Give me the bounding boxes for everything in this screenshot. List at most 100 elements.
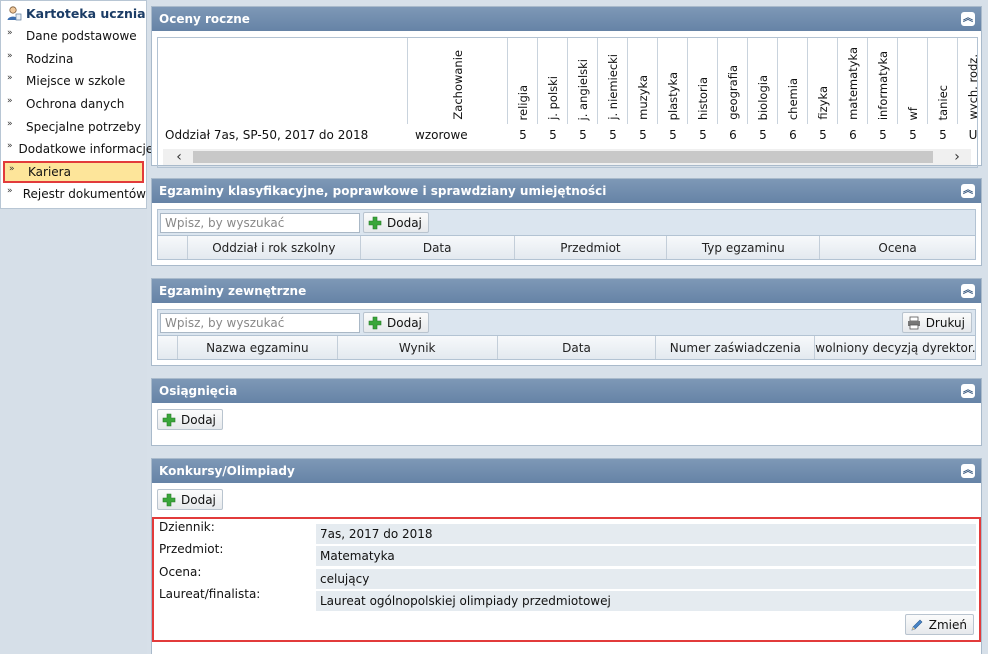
column-header-label: fizyka — [815, 86, 830, 120]
sidebar-item-specjalne-potrzeby[interactable]: » Specjalne potrzeby — [1, 115, 146, 138]
cell-grade: 5 — [939, 128, 947, 142]
column-header-subject: j. polski — [538, 38, 568, 124]
sidebar-title: Kartoteka ucznia — [26, 5, 146, 21]
grades-header: Zachowanie religia j. polski j. angielsk… — [158, 38, 978, 124]
add-button[interactable]: Dodaj — [157, 409, 223, 430]
column-header[interactable]: Zwolniony decyzją dyrektor... — [815, 336, 975, 359]
chevron-double-right-icon: » — [7, 73, 13, 84]
search-input[interactable] — [160, 212, 360, 233]
search-input[interactable] — [160, 312, 360, 333]
cell-grade: 5 — [879, 128, 887, 142]
cell-class: Oddział 7as, SP-50, 2017 do 2018 — [165, 128, 369, 142]
detail-value: Matematyka — [316, 546, 976, 566]
scrollbar-thumb[interactable] — [193, 151, 933, 163]
printer-icon — [907, 316, 920, 329]
scroll-left-icon[interactable]: ‹ — [169, 149, 189, 165]
sidebar-header: Kartoteka ucznia — [1, 1, 146, 25]
sidebar-item-label: Miejsce w szkole — [26, 74, 126, 89]
detail-label: Laureat/finalista: — [159, 587, 261, 601]
detail-label: Przedmiot: — [159, 542, 224, 556]
print-button-label: Drukuj — [925, 315, 965, 330]
cell-grade: 5 — [819, 128, 827, 142]
column-header-label: taniec — [935, 84, 950, 120]
column-header[interactable]: Wynik — [338, 336, 498, 359]
collapse-up-icon[interactable]: ︽ — [961, 284, 975, 298]
collapse-up-icon[interactable]: ︽ — [961, 384, 975, 398]
column-header[interactable]: Data — [498, 336, 657, 359]
sidebar-item-kariera[interactable]: » Kariera — [3, 160, 144, 184]
cell-grade: 5 — [909, 128, 917, 142]
contest-details: Dziennik: 7as, 2017 do 2018 Przedmiot: M… — [152, 517, 981, 642]
column-header-subject: wych. rodz. — [958, 38, 978, 124]
column-header[interactable]: Przedmiot — [515, 236, 668, 259]
collapse-up-icon[interactable]: ︽ — [961, 184, 975, 198]
add-button-label: Dodaj — [181, 492, 216, 507]
column-header-subject: biologia — [748, 38, 778, 124]
column-header-subject: wf — [898, 38, 928, 124]
collapse-up-icon[interactable]: ︽ — [961, 12, 975, 26]
cell-grade: 5 — [699, 128, 707, 142]
column-header-label: muzyka — [635, 75, 650, 120]
toolbar: Dodaj Drukuj — [157, 309, 976, 336]
grades-table: Zachowanie religia j. polski j. angielsk… — [157, 37, 978, 168]
sidebar-item-dane-podstawowe[interactable]: » Dane podstawowe — [1, 25, 146, 48]
change-button-label: Zmień — [928, 617, 967, 632]
column-header-label: j. polski — [545, 76, 560, 120]
sidebar-item-label: Dodatkowe informacje — [18, 142, 154, 157]
sidebar-item-label: Rejestr dokumentów — [22, 187, 146, 202]
column-header[interactable]: Ocena — [820, 236, 975, 259]
detail-label: Dziennik: — [159, 520, 215, 534]
grid-header: Oddział i rok szkolny Data Przedmiot Typ… — [157, 236, 976, 260]
column-header[interactable]: Data — [361, 236, 515, 259]
panel-egzaminy-zewnetrzne: Egzaminy zewnętrzne ︽ Dodaj Drukuj Nazwa… — [151, 278, 982, 366]
sidebar-item-rejestr-dokumentow[interactable]: » Rejestr dokumentów — [1, 183, 146, 206]
column-header-subject: muzyka — [628, 38, 658, 124]
cell-grade: 5 — [579, 128, 587, 142]
grid-header: Nazwa egzaminu Wynik Data Numer zaświadc… — [157, 336, 976, 360]
panel-header: Egzaminy klasyfikacyjne, poprawkowe i sp… — [152, 179, 981, 203]
detail-label: Ocena: — [159, 565, 202, 579]
column-header-subject: j. niemiecki — [598, 38, 628, 124]
sidebar-item-miejsce-w-szkole[interactable]: » Miejsce w szkole — [1, 70, 146, 93]
column-header-label: Zachowanie — [450, 50, 465, 120]
cell-grade: 5 — [759, 128, 767, 142]
column-header-subject: plastyka — [658, 38, 688, 124]
panel-header: Konkursy/Olimpiady ︽ — [152, 459, 981, 483]
column-header-subject: religia — [508, 38, 538, 124]
sidebar-item-dodatkowe-informacje[interactable]: » Dodatkowe informacje — [1, 138, 153, 161]
column-header[interactable]: Nazwa egzaminu — [178, 336, 338, 359]
sidebar-item-ochrona-danych[interactable]: » Ochrona danych — [1, 93, 146, 116]
column-header-label: plastyka — [665, 71, 680, 120]
sidebar: Kartoteka ucznia » Dane podstawowe » Rod… — [0, 0, 153, 654]
column-header-label: matematyka — [845, 47, 860, 120]
table-row[interactable]: Oddział 7as, SP-50, 2017 do 2018 wzorowe… — [158, 124, 977, 146]
panel-title: Egzaminy zewnętrzne — [159, 284, 307, 298]
print-button[interactable]: Drukuj — [901, 312, 972, 333]
cell-grade: 5 — [609, 128, 617, 142]
column-header-label: religia — [515, 84, 530, 120]
column-header-spacer — [158, 336, 178, 359]
detail-row-ocena: Ocena: celujący — [159, 565, 976, 589]
column-header[interactable]: Numer zaświadczenia — [656, 336, 816, 359]
sidebar-item-label: Kariera — [28, 164, 71, 179]
column-header-label: biologia — [755, 74, 770, 120]
panel-title: Oceny roczne — [159, 12, 250, 26]
add-button[interactable]: Dodaj — [157, 489, 223, 510]
horizontal-scrollbar[interactable]: ‹ › — [163, 149, 971, 165]
panel-title: Osiągnięcia — [159, 384, 238, 398]
column-header[interactable]: Oddział i rok szkolny — [188, 236, 361, 259]
panel-oceny-roczne: Oceny roczne ︽ Zachowanie religia j. pol… — [151, 6, 982, 168]
sidebar-item-rodzina[interactable]: » Rodzina — [1, 48, 146, 71]
panel-konkursy-olimpiady: Konkursy/Olimpiady ︽ Dodaj Dziennik: 7as… — [151, 458, 982, 654]
column-header-label: wych. rodz. — [965, 54, 978, 120]
change-button[interactable]: Zmień — [904, 614, 974, 635]
column-header-class — [158, 38, 408, 124]
collapse-up-icon[interactable]: ︽ — [961, 464, 975, 478]
detail-value: Laureat ogólnopolskiej olimpiady przedmi… — [316, 591, 976, 611]
column-header[interactable]: Typ egzaminu — [667, 236, 821, 259]
add-button[interactable]: Dodaj — [363, 212, 429, 233]
scroll-right-icon[interactable]: › — [947, 149, 967, 165]
add-button[interactable]: Dodaj — [363, 312, 429, 333]
panel-title: Egzaminy klasyfikacyjne, poprawkowe i sp… — [159, 184, 607, 198]
column-header-label: chemia — [785, 77, 800, 120]
